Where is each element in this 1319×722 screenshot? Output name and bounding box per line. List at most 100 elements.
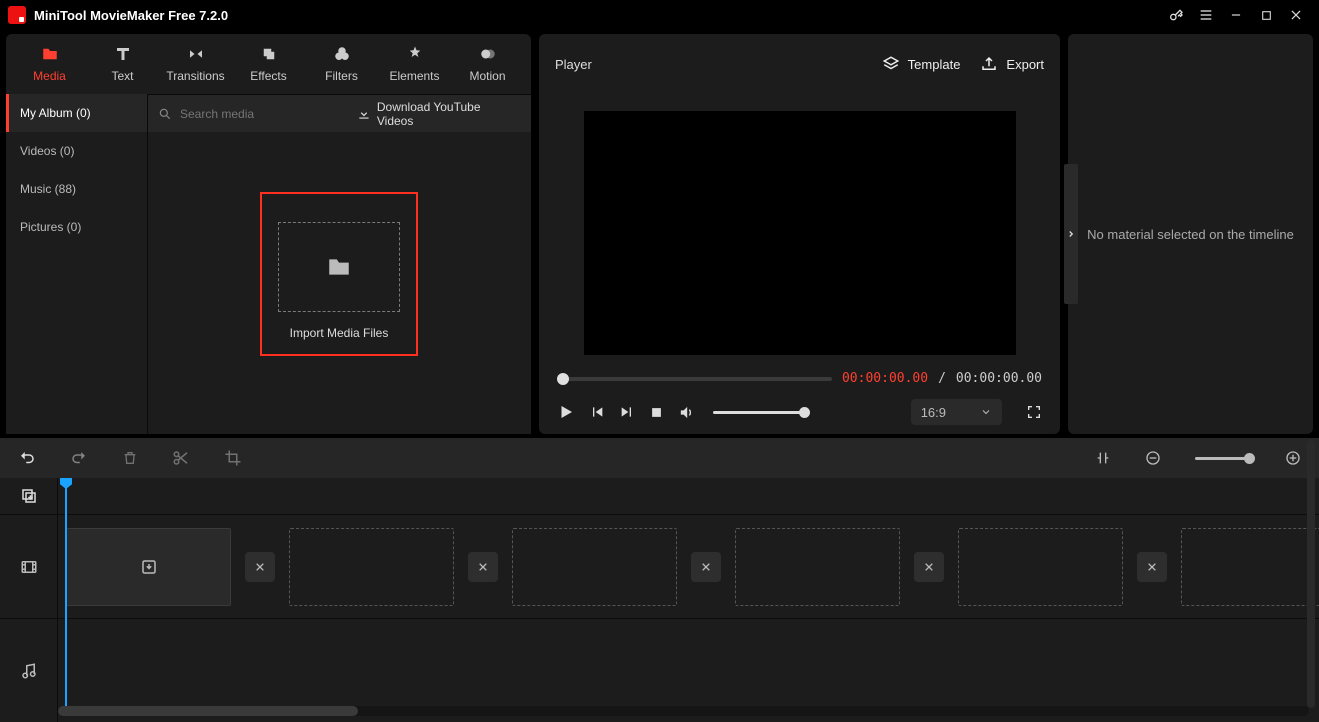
export-icon xyxy=(980,55,998,73)
zoom-out-button[interactable] xyxy=(1145,450,1161,466)
folder-icon xyxy=(324,254,354,280)
transition-slot[interactable] xyxy=(1137,552,1167,582)
volume-button[interactable] xyxy=(678,404,695,421)
tab-elements[interactable]: Elements xyxy=(379,35,450,93)
next-frame-button[interactable] xyxy=(619,404,635,420)
close-button[interactable] xyxy=(1281,0,1311,30)
prev-frame-button[interactable] xyxy=(589,404,605,420)
transition-slot[interactable] xyxy=(245,552,275,582)
search-wrap xyxy=(148,95,345,132)
sidebar-item-myalbum[interactable]: My Album (0) xyxy=(6,94,147,132)
preview-area xyxy=(539,94,1060,361)
crop-button[interactable] xyxy=(224,449,242,467)
split-button[interactable] xyxy=(172,449,190,467)
tab-transitions[interactable]: Transitions xyxy=(160,35,231,93)
tab-media[interactable]: Media xyxy=(14,35,85,93)
scrub-row: 00:00:00.00 / 00:00:00.00 xyxy=(539,361,1060,390)
video-track-body[interactable] xyxy=(58,515,1319,618)
clip-slot[interactable] xyxy=(66,528,231,606)
redo-button[interactable] xyxy=(70,449,88,467)
delete-button[interactable] xyxy=(122,449,138,467)
app-logo-icon xyxy=(8,6,26,24)
upper-panels: Media Text Transitions Effects Filters E… xyxy=(0,30,1319,434)
transition-slot[interactable] xyxy=(468,552,498,582)
auto-fit-button[interactable] xyxy=(1095,450,1111,466)
clip-slot[interactable] xyxy=(289,528,454,606)
template-icon xyxy=(882,55,900,73)
timeline-toolbar xyxy=(0,438,1319,478)
hamburger-menu-icon[interactable] xyxy=(1191,0,1221,30)
minimize-button[interactable] xyxy=(1221,0,1251,30)
collapse-inspector-button[interactable] xyxy=(1064,164,1078,304)
tab-effects[interactable]: Effects xyxy=(233,35,304,93)
play-button[interactable] xyxy=(557,403,575,421)
media-categories: My Album (0) Videos (0) Music (88) Pictu… xyxy=(6,94,148,434)
stop-button[interactable] xyxy=(649,405,664,420)
tab-effects-label: Effects xyxy=(250,69,286,83)
vertical-scrollbar[interactable] xyxy=(1307,440,1315,708)
time-ruler[interactable] xyxy=(58,478,1319,514)
tab-motion[interactable]: Motion xyxy=(452,35,523,93)
inspector-empty-text: No material selected on the timeline xyxy=(1087,227,1294,242)
aspect-ratio-select[interactable]: 16:9 xyxy=(911,399,1002,425)
timeline xyxy=(0,478,1319,722)
time-separator: / xyxy=(938,371,946,386)
player-panel: Player Template Export 00:00:00.00 / 00:… xyxy=(539,34,1060,434)
transition-slot[interactable] xyxy=(691,552,721,582)
add-track-button[interactable] xyxy=(0,478,58,514)
clip-slot[interactable] xyxy=(512,528,677,606)
video-surface[interactable] xyxy=(584,111,1016,355)
license-key-icon[interactable] xyxy=(1161,0,1191,30)
maximize-button[interactable] xyxy=(1251,0,1281,30)
import-media-button[interactable]: Import Media Files xyxy=(260,192,418,356)
zoom-slider[interactable] xyxy=(1195,457,1251,460)
template-button[interactable]: Template xyxy=(882,55,961,73)
add-track-icon xyxy=(20,487,38,505)
undo-button[interactable] xyxy=(18,449,36,467)
fullscreen-button[interactable] xyxy=(1026,404,1042,420)
download-icon xyxy=(357,107,371,121)
zoom-in-button[interactable] xyxy=(1285,450,1301,466)
search-input[interactable] xyxy=(180,107,335,121)
tab-text[interactable]: Text xyxy=(87,35,158,93)
tab-filters[interactable]: Filters xyxy=(306,35,377,93)
media-body: My Album (0) Videos (0) Music (88) Pictu… xyxy=(6,94,531,434)
export-button[interactable]: Export xyxy=(980,55,1044,73)
tab-text-label: Text xyxy=(111,69,133,83)
media-toolbar: Download YouTube Videos xyxy=(148,94,531,132)
hscroll-thumb[interactable] xyxy=(58,706,358,716)
playhead[interactable] xyxy=(65,478,67,706)
audio-track-icon xyxy=(0,619,58,722)
import-dropzone xyxy=(278,222,400,312)
tab-motion-label: Motion xyxy=(469,69,505,83)
inspector-panel: No material selected on the timeline xyxy=(1068,34,1313,434)
sidebar-item-videos[interactable]: Videos (0) xyxy=(6,132,147,170)
download-arrow-icon xyxy=(140,558,158,576)
chevron-right-icon xyxy=(1066,229,1076,239)
ruler-row xyxy=(0,478,1319,514)
player-title: Player xyxy=(555,57,592,72)
clip-slot[interactable] xyxy=(735,528,900,606)
download-youtube-button[interactable]: Download YouTube Videos xyxy=(345,95,531,132)
volume-slider[interactable] xyxy=(713,411,805,414)
video-track xyxy=(0,514,1319,618)
chevron-down-icon xyxy=(980,406,992,418)
import-label: Import Media Files xyxy=(290,326,389,340)
search-icon xyxy=(158,107,172,121)
sidebar-item-music[interactable]: Music (88) xyxy=(6,170,147,208)
time-total: 00:00:00.00 xyxy=(956,371,1042,386)
video-track-icon xyxy=(0,515,58,618)
library-panel: Media Text Transitions Effects Filters E… xyxy=(6,34,531,434)
media-grid: Import Media Files xyxy=(148,132,531,434)
tab-elements-label: Elements xyxy=(389,69,439,83)
tab-transitions-label: Transitions xyxy=(166,69,224,83)
sidebar-item-pictures[interactable]: Pictures (0) xyxy=(6,208,147,246)
player-header: Player Template Export xyxy=(539,34,1060,94)
transition-slot[interactable] xyxy=(914,552,944,582)
tab-filters-label: Filters xyxy=(325,69,358,83)
clip-slot[interactable] xyxy=(958,528,1123,606)
module-tabs: Media Text Transitions Effects Filters E… xyxy=(6,34,531,94)
scrubber[interactable] xyxy=(557,377,832,381)
clip-slot[interactable] xyxy=(1181,528,1319,606)
timeline-hscroll[interactable] xyxy=(58,706,1309,716)
